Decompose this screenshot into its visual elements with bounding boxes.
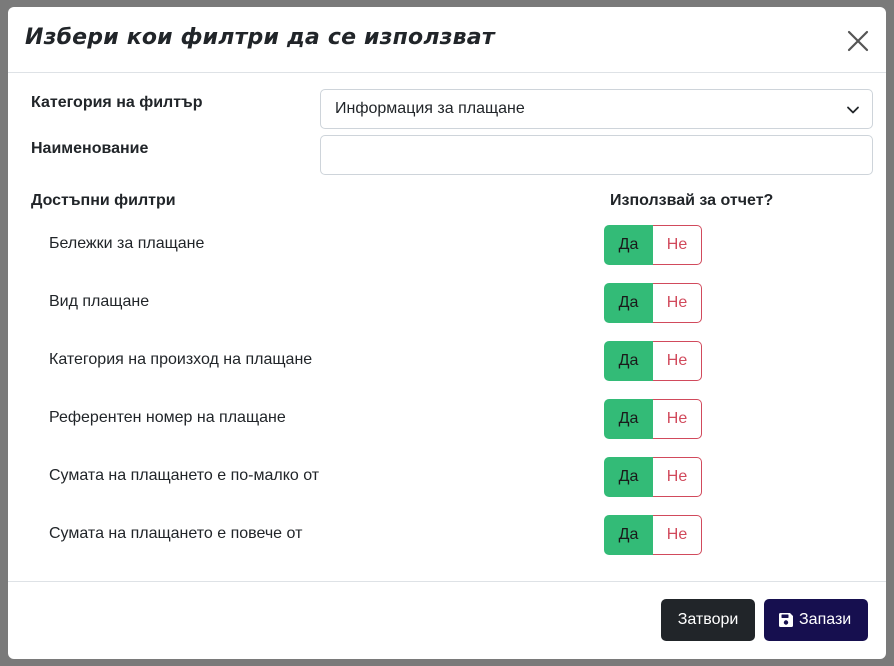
category-select-value: Информация за плащане: [335, 100, 525, 117]
no-button[interactable]: Не: [653, 283, 702, 323]
yes-button[interactable]: Да: [604, 283, 653, 323]
no-button[interactable]: Не: [653, 341, 702, 381]
filter-label: Категория на произход на плащане: [49, 351, 313, 368]
category-label: Категория на филтър: [31, 94, 203, 111]
name-input[interactable]: [320, 135, 873, 175]
yes-button[interactable]: Да: [604, 457, 653, 497]
no-button[interactable]: Не: [653, 457, 702, 497]
yes-button[interactable]: Да: [604, 515, 653, 555]
filter-toggle: Да Не: [604, 341, 702, 381]
filter-toggle: Да Не: [604, 283, 702, 323]
filter-toggle: Да Не: [604, 399, 702, 439]
no-button[interactable]: Не: [653, 515, 702, 555]
no-button[interactable]: Не: [653, 399, 702, 439]
close-icon[interactable]: [846, 29, 870, 53]
modal-footer: Затвори Запази: [8, 581, 886, 659]
filter-label: Референтен номер на плащане: [49, 409, 286, 426]
filter-label: Бележки за плащане: [49, 235, 205, 252]
no-button[interactable]: Не: [653, 225, 702, 265]
category-select[interactable]: Информация за плащане: [320, 89, 873, 129]
modal-header: Избери кои филтри да се използват: [8, 7, 886, 73]
chevron-down-icon: [847, 106, 859, 114]
save-icon: [779, 613, 793, 627]
modal-title: Избери кои филтри да се използват: [25, 25, 495, 50]
filter-selection-modal: Избери кои филтри да се използват Катего…: [8, 7, 886, 659]
yes-button[interactable]: Да: [604, 225, 653, 265]
name-label: Наименование: [31, 140, 149, 157]
use-for-report-label: Използвай за отчет?: [610, 192, 774, 209]
close-button[interactable]: Затвори: [661, 599, 755, 641]
filter-toggle: Да Не: [604, 457, 702, 497]
save-button-label: Запази: [799, 611, 852, 628]
save-button[interactable]: Запази: [764, 599, 868, 641]
yes-button[interactable]: Да: [604, 399, 653, 439]
filter-label: Сумата на плащането е по-малко от: [49, 467, 320, 484]
filter-label: Вид плащане: [49, 293, 150, 310]
available-filters-label: Достъпни филтри: [31, 192, 176, 209]
yes-button[interactable]: Да: [604, 341, 653, 381]
filter-toggle: Да Не: [604, 225, 702, 265]
filter-label: Сумата на плащането е повече от: [49, 525, 303, 542]
filter-toggle: Да Не: [604, 515, 702, 555]
